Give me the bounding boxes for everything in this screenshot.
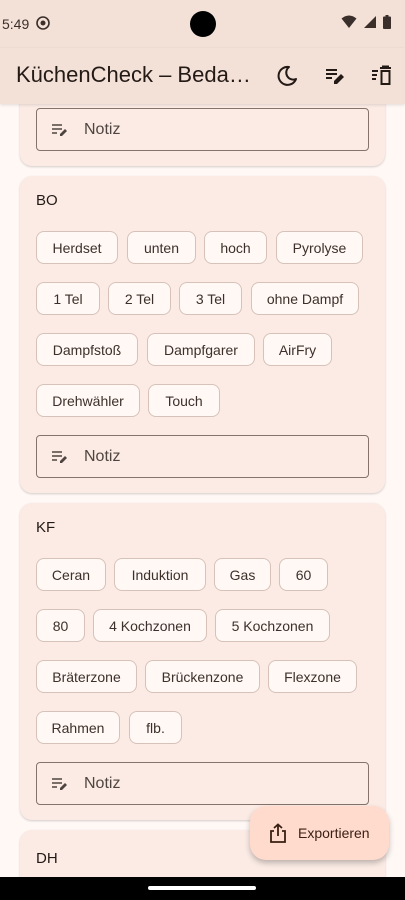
section-card-previous: Notiz: [20, 104, 385, 166]
status-time: 5:49: [2, 16, 30, 32]
chip-dampfgarer[interactable]: Dampfgarer: [147, 333, 255, 366]
chip-drehwaehler[interactable]: Drehwähler: [36, 384, 140, 417]
app-notification-icon: [36, 16, 50, 30]
chip-5-kochzonen[interactable]: 5 Kochzonen: [215, 609, 330, 642]
chip-3-tel[interactable]: 3 Tel: [179, 282, 242, 315]
chip-induktion[interactable]: Induktion: [114, 558, 206, 591]
chip-flb[interactable]: flb.: [129, 711, 182, 744]
export-button[interactable]: Exportieren: [250, 806, 389, 860]
status-icons: [341, 15, 391, 29]
status-bar: 5:49: [0, 0, 405, 48]
chip-2-tel[interactable]: 2 Tel: [108, 282, 171, 315]
notes-icon: [52, 451, 67, 463]
note-field[interactable]: Notiz: [36, 762, 369, 805]
chip-braeterzone[interactable]: Bräterzone: [36, 660, 137, 693]
dark-mode-icon[interactable]: [275, 64, 299, 88]
notes-icon: [52, 778, 67, 790]
chip-dampfstoss[interactable]: Dampfstoß: [36, 333, 138, 366]
section-card-kf: KF Ceran Induktion Gas 60 80 4 Kochzonen…: [20, 503, 385, 820]
chip-herdset[interactable]: Herdset: [36, 231, 118, 264]
note-placeholder: Notiz: [84, 121, 121, 138]
export-button-label: Exportieren: [298, 825, 370, 841]
app-bar: KüchenCheck – Bedar…: [0, 48, 405, 104]
section-title: DH: [36, 850, 58, 867]
chip-gas[interactable]: Gas: [214, 558, 271, 591]
app-title: KüchenCheck – Bedar…: [16, 62, 252, 87]
edit-note-icon[interactable]: [323, 64, 347, 88]
chip-ceran[interactable]: Ceran: [36, 558, 106, 591]
chip-4-kochzonen[interactable]: 4 Kochzonen: [93, 609, 207, 642]
section-title: BO: [36, 192, 58, 209]
chip-flexzone[interactable]: Flexzone: [268, 660, 357, 693]
chip-unten[interactable]: unten: [127, 231, 196, 264]
note-placeholder: Notiz: [84, 448, 121, 465]
camera-cutout: [190, 11, 216, 37]
notes-icon: [52, 124, 67, 136]
battery-icon: [383, 15, 391, 29]
chip-touch[interactable]: Touch: [148, 384, 220, 417]
chip-airfry[interactable]: AirFry: [263, 333, 332, 366]
note-placeholder: Notiz: [84, 775, 121, 792]
chip-ohne-dampf[interactable]: ohne Dampf: [251, 282, 359, 315]
chip-80[interactable]: 80: [36, 609, 85, 642]
chip-rahmen[interactable]: Rahmen: [36, 711, 120, 744]
delete-sweep-icon[interactable]: [370, 64, 394, 88]
chip-60[interactable]: 60: [279, 558, 328, 591]
note-field[interactable]: Notiz: [36, 435, 369, 478]
chip-1-tel[interactable]: 1 Tel: [36, 282, 100, 315]
navigation-bar: [0, 877, 405, 900]
section-title: KF: [36, 519, 56, 536]
gesture-handle[interactable]: [148, 886, 256, 890]
wifi-icon: [341, 15, 357, 28]
chip-hoch[interactable]: hoch: [204, 231, 267, 264]
section-card-bo: BO Herdset unten hoch Pyrolyse 1 Tel 2 T…: [20, 176, 385, 493]
chip-pyrolyse[interactable]: Pyrolyse: [276, 231, 363, 264]
bedarf-list[interactable]: Notiz BO Herdset unten hoch Pyrolyse 1 T…: [0, 104, 405, 877]
chip-brueckenzone[interactable]: Brückenzone: [145, 660, 260, 693]
share-icon: [270, 823, 286, 843]
signal-icon: [364, 16, 376, 28]
note-field[interactable]: Notiz: [36, 108, 369, 151]
